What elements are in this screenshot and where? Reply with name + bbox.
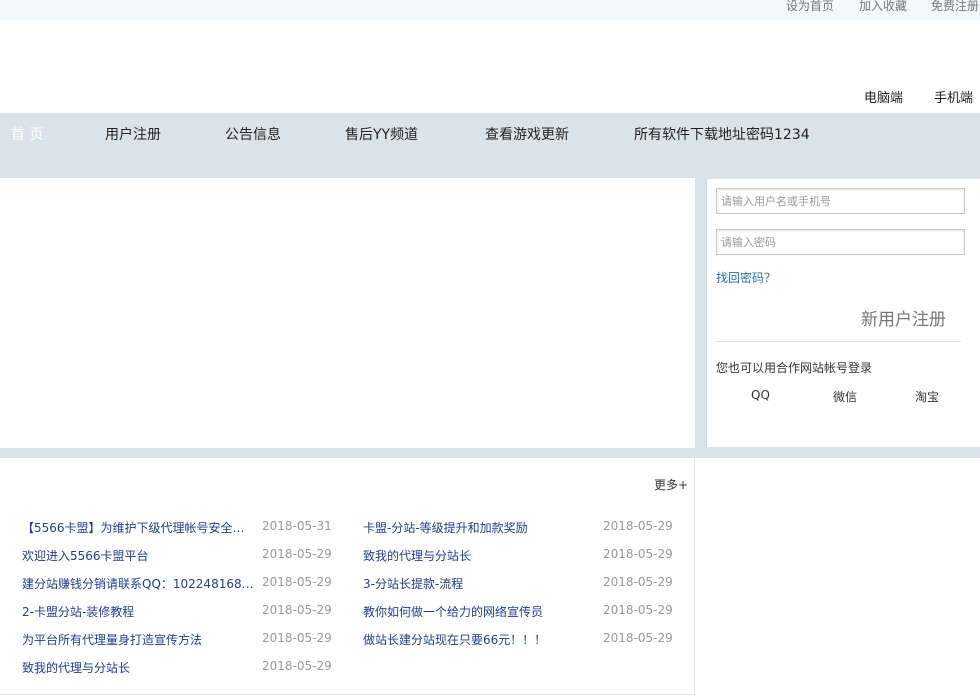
news-date: 2018-05-29 bbox=[603, 603, 673, 617]
add-favorite-link[interactable]: 加入收藏 bbox=[859, 0, 907, 14]
news-date: 2018-05-29 bbox=[262, 575, 332, 589]
section-divider bbox=[0, 448, 980, 458]
nav-home[interactable]: 首 页 bbox=[11, 124, 43, 144]
news-date: 2018-05-29 bbox=[603, 631, 673, 645]
news-item[interactable]: 欢迎进入5566卡盟平台 bbox=[22, 547, 255, 564]
news-date: 2018-05-29 bbox=[603, 575, 673, 589]
news-date: 2018-05-29 bbox=[262, 631, 332, 645]
main-nav: 首 页 用户注册 公告信息 售后YY频道 查看游戏更新 所有软件下载地址密码12… bbox=[0, 113, 980, 178]
mobile-version-link[interactable]: 手机端 bbox=[934, 87, 973, 106]
news-item[interactable]: 2-卡盟分站-装修教程 bbox=[22, 603, 255, 620]
username-input[interactable] bbox=[716, 188, 965, 214]
pc-version-link[interactable]: 电脑端 bbox=[864, 87, 903, 106]
news-date: 2018-05-29 bbox=[262, 603, 332, 617]
top-bar: 设为首页 加入收藏 免费注册 bbox=[0, 0, 980, 20]
news-item[interactable]: 为平台所有代理量身打造宣传方法 bbox=[22, 631, 255, 648]
partner-login-text: 您也可以用合作网站帐号登录 bbox=[716, 361, 873, 375]
wechat-login-link[interactable]: 微信 bbox=[833, 388, 857, 405]
news-section: 更多+ 【5566卡盟】为维护下级代理帐号安全与... 2018-05-31 欢… bbox=[0, 458, 695, 695]
news-item[interactable]: 建分站赚钱分销请联系QQ：1022481681... bbox=[22, 575, 258, 592]
login-panel: 找回密码？ 新用户注册 您也可以用合作网站帐号登录 QQ 微信 淘宝 bbox=[706, 179, 980, 447]
news-date: 2018-05-29 bbox=[603, 547, 673, 561]
banner-area bbox=[0, 178, 695, 448]
news-item[interactable]: 做站长建分站现在只要66元！！！ bbox=[363, 631, 593, 648]
news-item[interactable]: 卡盟-分站-等级提升和加款奖励 bbox=[363, 519, 593, 536]
password-input[interactable] bbox=[716, 229, 965, 255]
free-register-link[interactable]: 免费注册 bbox=[931, 0, 979, 14]
nav-software-download[interactable]: 所有软件下载地址密码1234 bbox=[634, 124, 810, 144]
news-item[interactable]: 3-分站长提款-流程 bbox=[363, 575, 593, 592]
new-user-register-button[interactable]: 新用户注册 bbox=[861, 305, 946, 330]
news-date: 2018-05-29 bbox=[262, 659, 332, 673]
news-item[interactable]: 致我的代理与分站长 bbox=[22, 659, 255, 676]
news-date: 2018-05-31 bbox=[262, 519, 332, 533]
more-news-link[interactable]: 更多+ bbox=[654, 476, 688, 493]
nav-yy-channel[interactable]: 售后YY频道 bbox=[345, 124, 418, 144]
news-date: 2018-05-29 bbox=[603, 519, 673, 533]
nav-game-updates[interactable]: 查看游戏更新 bbox=[485, 124, 569, 144]
nav-user-register[interactable]: 用户注册 bbox=[105, 124, 161, 144]
news-item[interactable]: 【5566卡盟】为维护下级代理帐号安全与... bbox=[22, 519, 255, 536]
set-homepage-link[interactable]: 设为首页 bbox=[786, 0, 834, 14]
forgot-password-link[interactable]: 找回密码？ bbox=[716, 269, 776, 286]
login-divider bbox=[715, 341, 961, 342]
qq-login-link[interactable]: QQ bbox=[751, 388, 770, 402]
news-date: 2018-05-29 bbox=[262, 547, 332, 561]
taobao-login-link[interactable]: 淘宝 bbox=[915, 388, 939, 405]
news-item[interactable]: 教你如何做一个给力的网络宣传员 bbox=[363, 603, 593, 620]
news-item[interactable]: 致我的代理与分站长 bbox=[363, 547, 593, 564]
nav-announcements[interactable]: 公告信息 bbox=[225, 124, 281, 144]
